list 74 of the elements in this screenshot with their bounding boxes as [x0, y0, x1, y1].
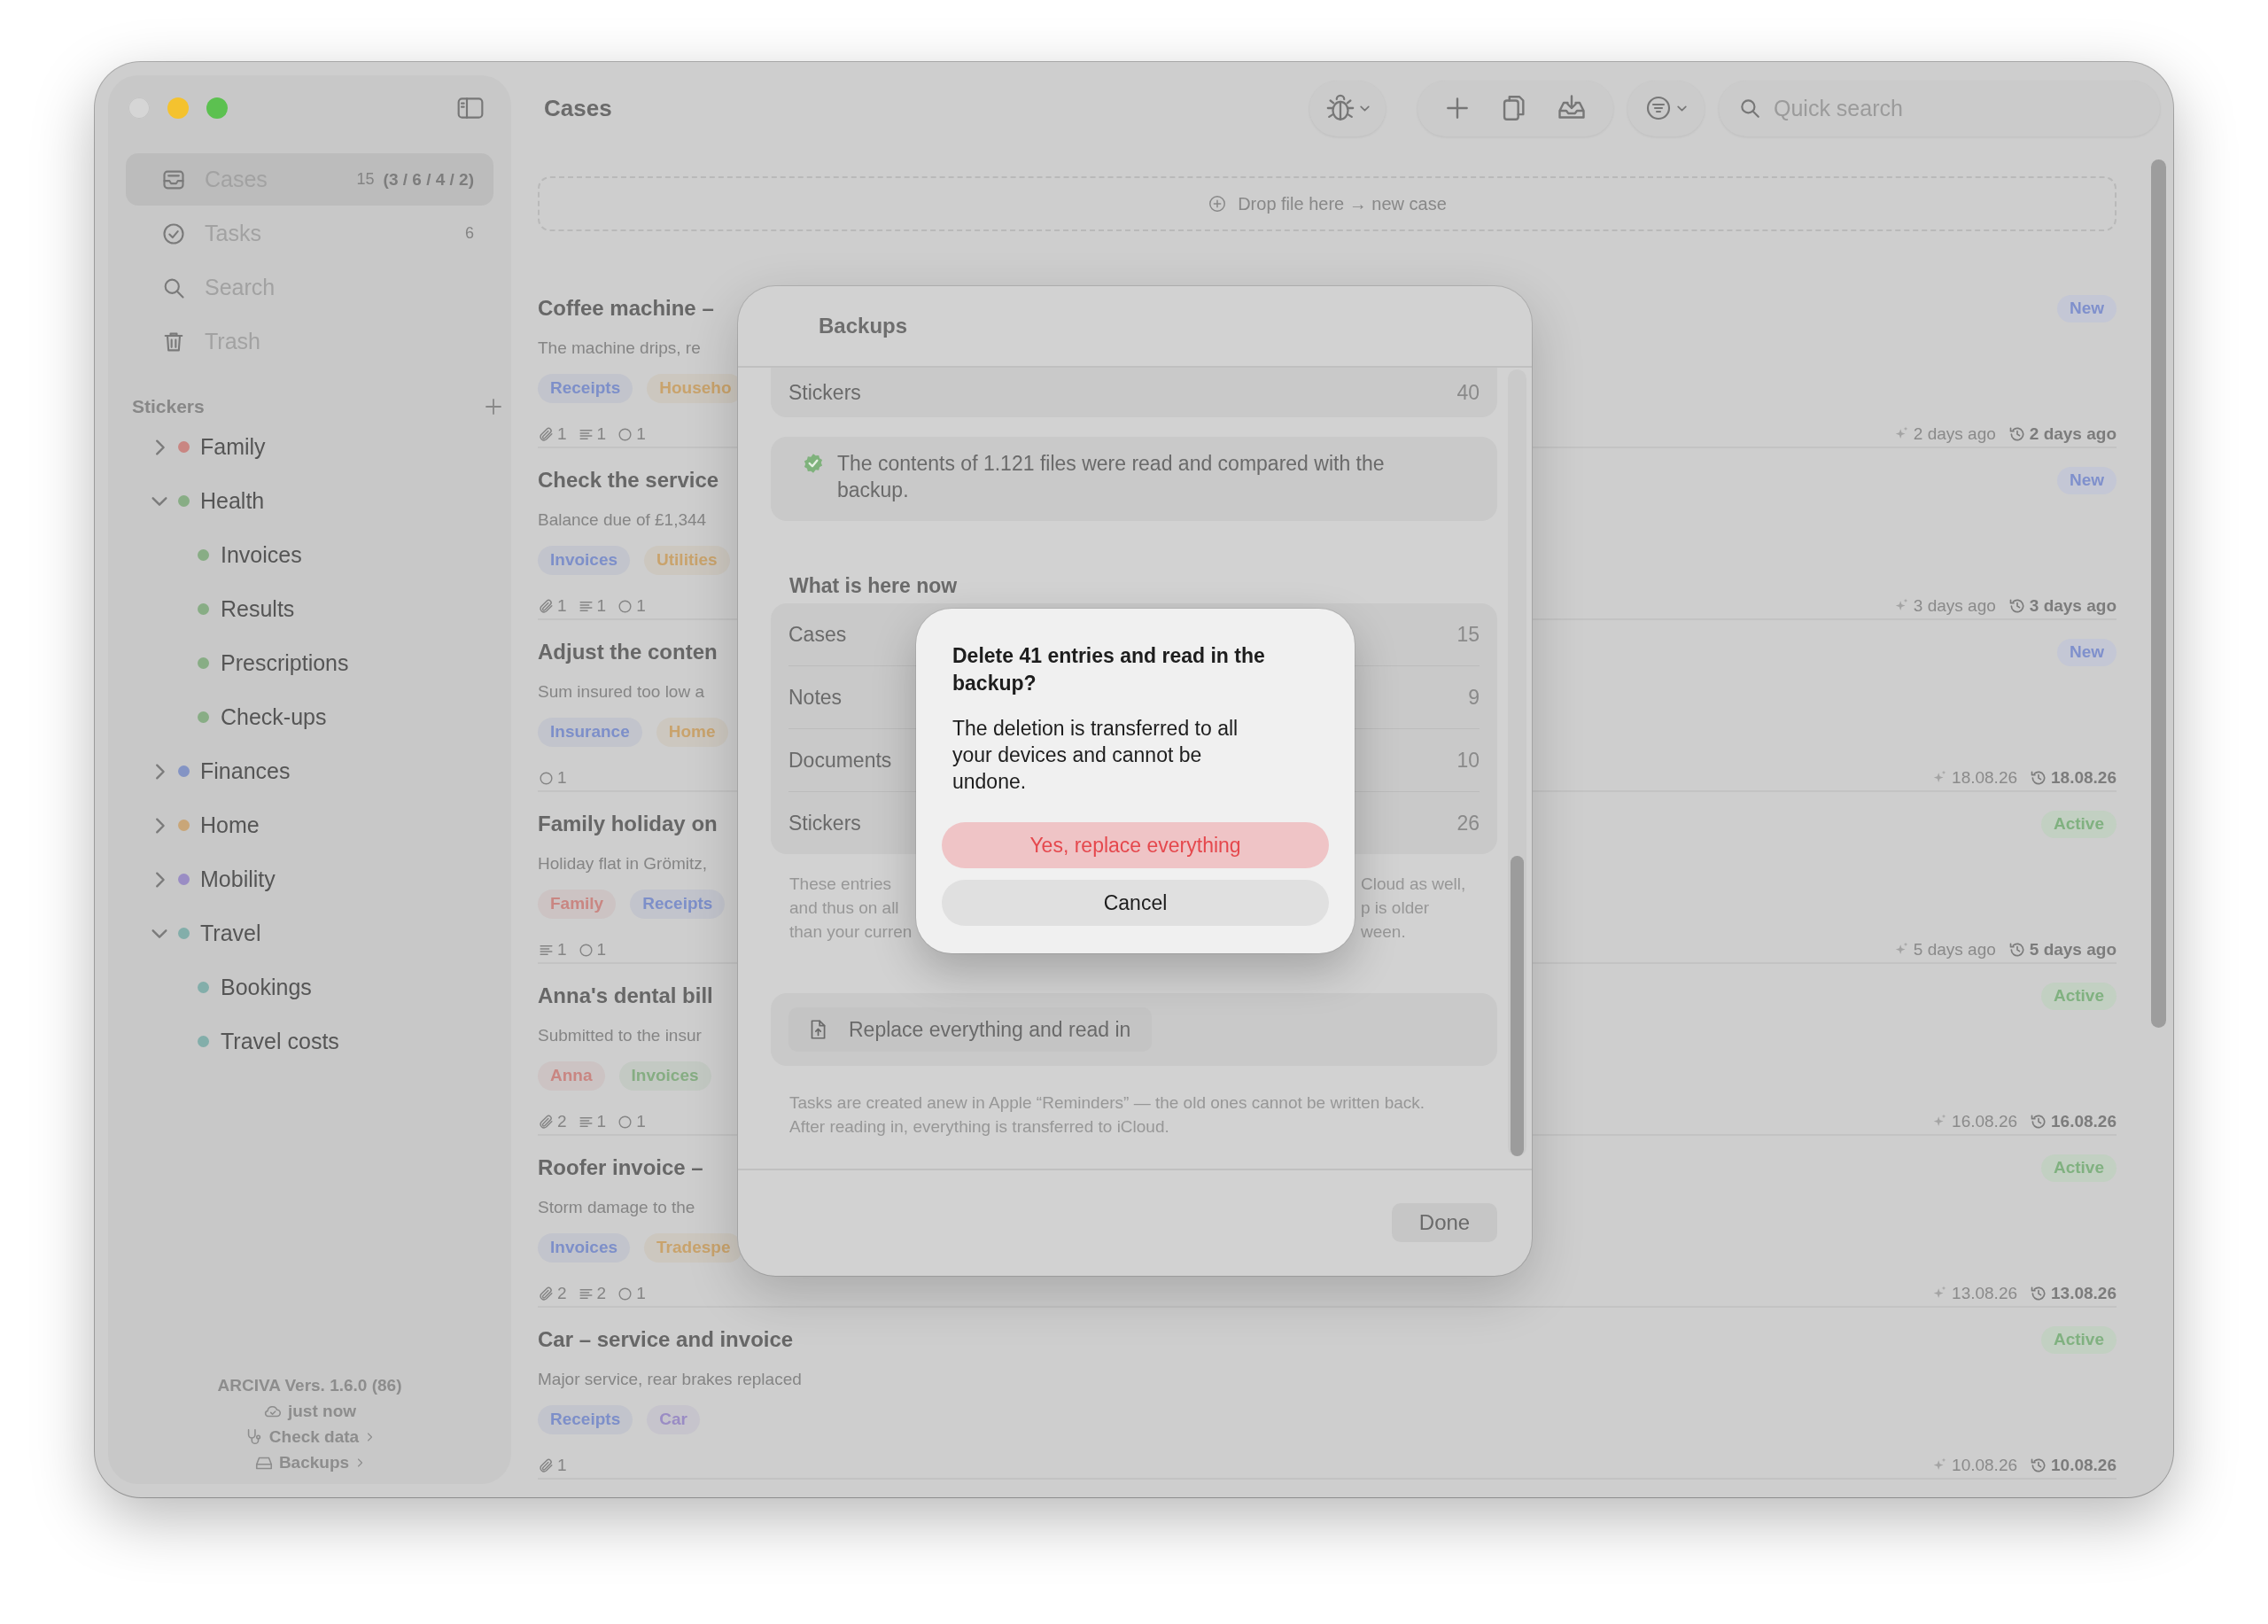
modified-date: 18.08.26 — [2051, 768, 2117, 788]
case-description: Sum insured too low a — [538, 682, 704, 702]
case-description: Balance due of £1,344 — [538, 510, 707, 530]
case-description: Holiday flat in Grömitz, — [538, 854, 708, 874]
count-label: 2 — [557, 1284, 567, 1303]
created-date: 10.08.26 — [1952, 1456, 2018, 1475]
count-label: 1 — [557, 1456, 567, 1475]
count-label: 1 — [557, 768, 567, 788]
modified-date: 3 days ago — [2029, 596, 2117, 616]
window-title: Cases — [544, 94, 612, 122]
created-date: 3 days ago — [1913, 596, 1996, 616]
item-count-detail: (3 / 6 / 4 / 2) — [383, 169, 474, 190]
row-label: Documents — [788, 748, 892, 773]
status-badge: Active — [2040, 810, 2117, 838]
row-label: Notes — [788, 685, 843, 710]
row-value: 26 — [1456, 811, 1480, 835]
modified-date: 5 days ago — [2029, 940, 2117, 960]
count-label: 1 — [636, 424, 646, 444]
created-date: 2 days ago — [1913, 424, 1996, 444]
sync-status: just now — [287, 1401, 357, 1421]
section-header: What is here now — [788, 573, 959, 599]
status-badge: New — [2056, 638, 2117, 666]
status-badge: New — [2056, 466, 2117, 494]
row-label: Stickers — [788, 811, 861, 835]
count-label: 1 — [596, 596, 607, 616]
count-label: 1 — [636, 1284, 646, 1303]
created-date: 16.08.26 — [1952, 1112, 2018, 1131]
count-label: 1 — [557, 424, 567, 444]
row-label: Stickers — [788, 380, 861, 405]
status-badge: Active — [2040, 1325, 2117, 1354]
section-header: Stickers — [132, 396, 205, 417]
count-label: 1 — [596, 940, 607, 960]
count-label: 1 — [557, 940, 567, 960]
modified-date: 10.08.26 — [2051, 1456, 2117, 1475]
modified-date: 16.08.26 — [2051, 1112, 2117, 1131]
case-description: The machine drips, re — [538, 338, 701, 358]
row-value: 40 — [1456, 380, 1480, 405]
version-label: ARCIVA Vers. 1.6.0 (86) — [217, 1375, 402, 1395]
note-text: p is older — [1361, 897, 1431, 919]
row-value: 9 — [1468, 685, 1480, 710]
row-label: Cases — [788, 622, 847, 647]
note-text: and thus on all — [789, 897, 900, 919]
created-date: 5 days ago — [1913, 940, 1996, 960]
status-badge: Active — [2040, 982, 2117, 1010]
count-label: 1 — [596, 1112, 607, 1131]
case-description: Storm damage to the — [538, 1198, 695, 1217]
modified-date: 2 days ago — [2029, 424, 2117, 444]
created-date: 13.08.26 — [1952, 1284, 2018, 1303]
modified-date: 13.08.26 — [2051, 1284, 2117, 1303]
count-label: 2 — [557, 1112, 567, 1131]
status-badge: Active — [2040, 1154, 2117, 1182]
case-description: Submitted to the insur — [538, 1026, 702, 1045]
status-badge: New — [2056, 294, 2117, 322]
drop-zone-label: Drop file here → new case — [1238, 193, 1447, 214]
created-date: 18.08.26 — [1952, 768, 2018, 788]
case-description: Major service, rear brakes replaced — [538, 1370, 802, 1389]
note-text: These entries — [789, 874, 893, 895]
tasks-note: Tasks are created anew in Apple “Reminders” — the old ones cannot be written back. After reading in, everything is transferred to iCloud. — [788, 1092, 1426, 1138]
alert-message: The deletion is transferred to all your devices and cannot be undone. — [952, 716, 1239, 795]
count-label: 1 — [636, 596, 646, 616]
alert-title: Delete 41 entries and read in the backup? — [952, 643, 1266, 696]
count-label: 1 — [557, 596, 567, 616]
row-value: 15 — [1456, 622, 1480, 647]
note-text: ween. — [1361, 921, 1407, 943]
row-value: 10 — [1456, 748, 1480, 773]
note-text: Cloud as well, — [1361, 874, 1466, 895]
verification-message: The contents of 1.121 files were read and compared with the backup. — [837, 451, 1386, 503]
item-count: 15 — [356, 170, 375, 189]
item-count: 6 — [465, 224, 474, 243]
count-label: 1 — [596, 424, 607, 444]
sheet-title: Backups — [819, 314, 908, 338]
count-label: 1 — [636, 1112, 646, 1131]
count-label: 2 — [596, 1284, 607, 1303]
note-text: than your curren — [789, 921, 913, 943]
